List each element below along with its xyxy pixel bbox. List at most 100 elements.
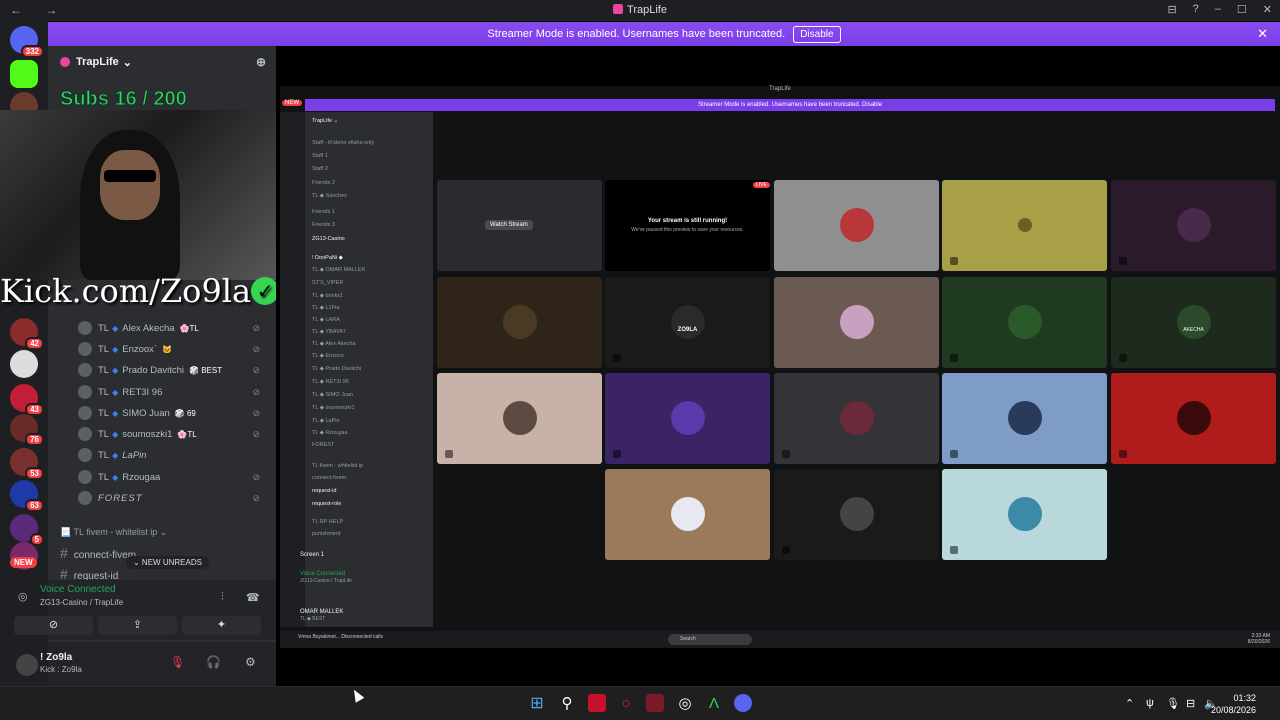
taskbar-clock[interactable]: 01:32 20/08/2026 — [1211, 692, 1256, 716]
server-icon[interactable]: 43 — [10, 384, 44, 416]
person-add-icon[interactable]: ⊕ — [256, 55, 266, 69]
app-icon[interactable]: ◎ — [676, 694, 694, 712]
video-tile[interactable] — [774, 277, 939, 368]
server-icon[interactable]: 5 — [10, 514, 44, 546]
video-tile[interactable] — [774, 373, 939, 464]
voice-member[interactable]: TL ◆ SIMO Juan 🎲 69 ⊘ — [78, 403, 268, 423]
avatar — [671, 497, 705, 531]
disconnect-icon[interactable]: ☎ — [246, 591, 260, 604]
video-tile[interactable] — [605, 373, 770, 464]
video-tile[interactable]: AKECHA — [1111, 277, 1276, 368]
new-unreads-pill[interactable]: ⌄ NEW UNREADS — [126, 556, 209, 569]
start-button[interactable]: ⊞ — [528, 694, 546, 712]
tray-overflow-icon[interactable]: ⌃ — [1125, 697, 1134, 710]
voice-member[interactable]: TL ◆ soumoszki1 🌸TL ⊘ — [78, 424, 268, 444]
opera-icon[interactable]: ○ — [617, 694, 635, 712]
signal-icon[interactable]: ◎ — [18, 590, 28, 603]
video-tile[interactable] — [1111, 180, 1276, 271]
video-tile[interactable]: Your stream is still running! We've paus… — [605, 180, 770, 271]
member-badge: 🌸TL — [179, 323, 199, 333]
inner-screen-label: Screen 1 — [300, 552, 325, 558]
video-tile[interactable] — [437, 373, 602, 464]
channel-connect-fivem[interactable]: # connect-fivem — [60, 545, 136, 561]
disable-button[interactable]: Disable — [793, 25, 841, 43]
video-tile[interactable] — [942, 277, 1107, 368]
diamond-icon: ◆ — [112, 429, 119, 439]
server-icon[interactable]: 63 — [10, 480, 44, 512]
app-icon[interactable]: Λ — [705, 694, 723, 712]
username[interactable]: ! Zo9la — [40, 652, 72, 663]
server-icon[interactable]: 53 — [10, 448, 44, 480]
video-tile[interactable] — [942, 373, 1107, 464]
noise-suppression-icon[interactable]: ⫶ — [221, 591, 224, 604]
diamond-icon: ◆ — [112, 344, 119, 354]
avatar-label: ZO9LA — [677, 327, 698, 333]
app-icon[interactable] — [588, 694, 606, 712]
camera-off-button[interactable]: ⊘ — [14, 616, 93, 635]
help-icon[interactable]: ? — [1193, 3, 1199, 16]
webcam-overlay — [0, 110, 290, 280]
minimize-button[interactable]: – — [1215, 3, 1221, 16]
network-icon[interactable]: ⊟ — [1186, 697, 1195, 710]
inner-streamer-banner: Streamer Mode is enabled. Usernames have… — [305, 99, 1275, 111]
close-button[interactable]: ✕ — [1263, 3, 1272, 16]
diamond-icon: ◆ — [112, 450, 119, 460]
inner-username: OMAR MALLEK — [300, 609, 344, 615]
sunglasses — [104, 170, 156, 182]
mic-muted-icon[interactable]: 🎙 — [170, 655, 185, 669]
avatar — [671, 305, 705, 339]
search-icon[interactable]: ⚲ — [558, 694, 576, 712]
headphones-icon[interactable]: 🎧 — [206, 655, 221, 669]
voice-channel[interactable]: ZG13-Casino / TrapLife — [40, 598, 123, 607]
microphone-icon[interactable]: 🎙 — [1166, 697, 1180, 710]
activities-button[interactable]: ✦ — [182, 616, 261, 635]
voice-member[interactable]: TL ◆ Prado Davitchi 🎲 BEST ⊘ — [78, 360, 268, 380]
avatar — [840, 208, 874, 242]
mute-icon — [950, 257, 958, 265]
video-tile[interactable] — [605, 469, 770, 560]
server-icon[interactable]: 42 — [10, 318, 44, 350]
screen-share-button[interactable]: ⇪ — [98, 616, 177, 635]
stream-paused-title: Your stream is still running! — [647, 218, 728, 224]
discord-icon[interactable] — [734, 694, 752, 712]
video-tile[interactable]: Watch Stream — [437, 180, 602, 271]
video-tile[interactable] — [942, 469, 1107, 560]
watch-stream-button[interactable]: Watch Stream — [485, 220, 533, 230]
inner-channel: Staff 2 — [312, 166, 328, 172]
mute-icon: ⊘ — [252, 492, 260, 503]
app-icon[interactable] — [646, 694, 664, 712]
video-tile[interactable] — [774, 180, 939, 271]
maximize-button[interactable]: ☐ — [1237, 3, 1247, 16]
avatar — [1008, 401, 1042, 435]
voice-member[interactable]: FOREST ⊘ — [78, 488, 268, 508]
voice-member[interactable]: TL ◆ LaPin — [78, 445, 268, 465]
inner-window-title: TrapLife — [769, 86, 791, 92]
voice-status[interactable]: Voice Connected — [40, 584, 116, 595]
video-tile[interactable]: ZO9LA — [605, 277, 770, 368]
usb-icon[interactable]: ψ — [1146, 697, 1154, 709]
video-tile[interactable] — [437, 277, 602, 368]
guild-header[interactable]: TrapLife ⌄ ⊕ — [48, 46, 276, 78]
channel-category[interactable]: 📃 TL fivem - whitelist ip ⌄ — [60, 527, 167, 538]
discord-home-icon[interactable]: 332 — [10, 26, 44, 58]
kick-server-icon[interactable] — [10, 60, 38, 88]
voice-member[interactable]: TL ◆ Alex Akecha 🌸TL ⊘ — [78, 318, 268, 338]
voice-member[interactable]: TL ◆ Enzoox` 🐱 ⊘ — [78, 339, 268, 359]
member-badge: 🎲 69 — [174, 408, 196, 418]
video-tile[interactable] — [774, 469, 939, 560]
voice-member[interactable]: TL ◆ RET3I 96 ⊘ — [78, 382, 268, 402]
inbox-icon[interactable]: ⊟ — [1167, 3, 1176, 16]
avatar — [840, 497, 874, 531]
avatar-label: AKECHA — [1183, 327, 1204, 333]
inner-taskbar — [280, 631, 1280, 648]
server-badge: 53 — [25, 467, 44, 480]
video-tile[interactable] — [1111, 373, 1276, 464]
video-tile[interactable] — [942, 180, 1107, 271]
member-tag: TL — [98, 428, 110, 440]
avatar[interactable] — [16, 654, 38, 676]
server-icon[interactable]: 76 — [10, 414, 44, 446]
server-icon[interactable] — [10, 350, 38, 378]
voice-member[interactable]: TL ◆ Rzougaa ⊘ — [78, 467, 268, 487]
gear-icon[interactable]: ⚙ — [245, 655, 256, 669]
banner-close-icon[interactable]: ✕ — [1257, 26, 1268, 42]
